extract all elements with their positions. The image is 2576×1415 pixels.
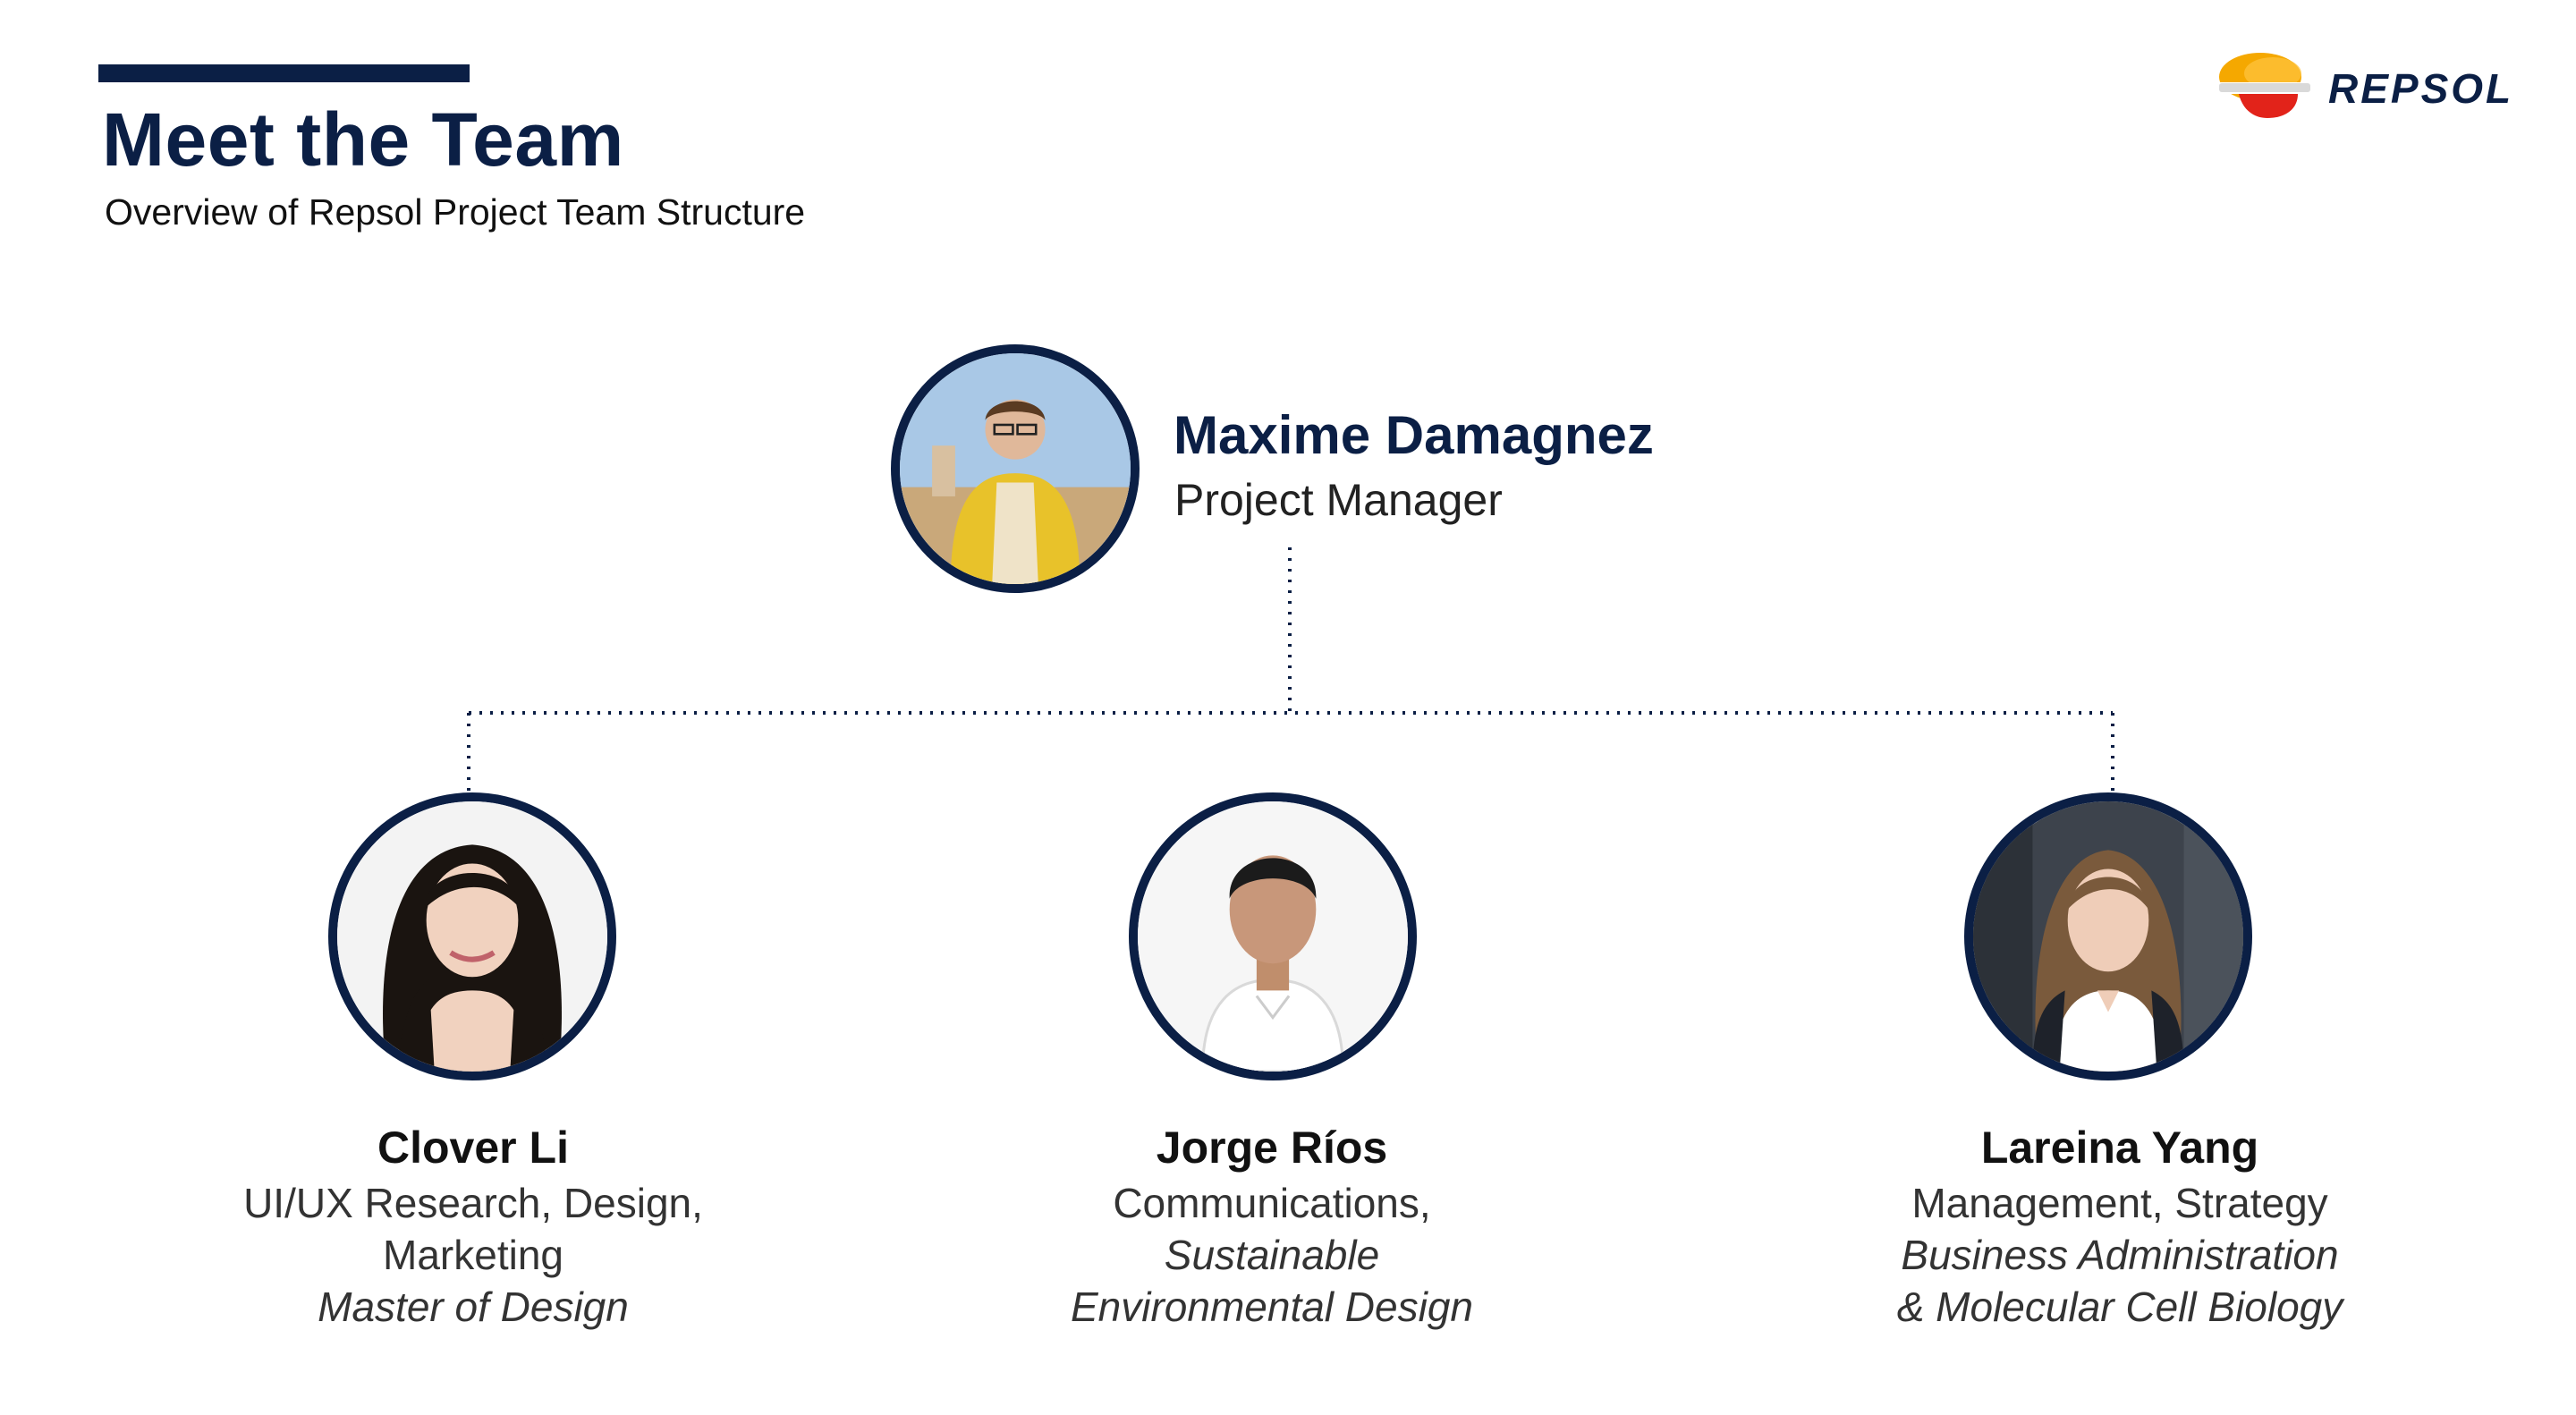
portrait-photo <box>900 353 1131 584</box>
member-degree-line: Master of Design <box>318 1284 629 1330</box>
member-avatar-jorge-rios <box>1129 792 1417 1080</box>
portrait-photo <box>1138 801 1408 1072</box>
member-avatar-lareina-yang <box>1964 792 2252 1080</box>
member-card-lareina-yang: Lareina Yang Management, Strategy Busine… <box>1843 1118 2397 1333</box>
member-avatar-clover-li <box>328 792 616 1080</box>
member-card-jorge-rios: Jorge Ríos Communications, Sustainable E… <box>995 1118 1549 1333</box>
member-card-clover-li: Clover Li UI/UX Research, Design, Market… <box>196 1118 750 1333</box>
member-degree-line: Business Administration <box>1901 1232 2339 1278</box>
member-role-line: Marketing <box>383 1232 564 1278</box>
member-degree-line: Sustainable <box>1164 1232 1380 1278</box>
member-name: Lareina Yang <box>1980 1123 2259 1173</box>
member-role-line: Communications, <box>1113 1180 1431 1226</box>
member-role-line: UI/UX Research, Design, <box>243 1180 703 1226</box>
manager-role: Project Manager <box>1174 475 1503 525</box>
member-degree-line: & Molecular Cell Biology <box>1896 1284 2343 1330</box>
member-role-line: Management, Strategy <box>1911 1180 2328 1226</box>
portrait-photo <box>1973 801 2243 1072</box>
member-name: Clover Li <box>377 1123 569 1173</box>
manager-avatar <box>891 344 1140 593</box>
member-name: Jorge Ríos <box>1156 1123 1388 1173</box>
member-degree-line: Environmental Design <box>1070 1284 1473 1330</box>
manager-name: Maxime Damagnez <box>1174 405 1654 465</box>
portrait-photo <box>337 801 607 1072</box>
team-slide: Meet the Team Overview of Repsol Project… <box>0 0 2576 1415</box>
